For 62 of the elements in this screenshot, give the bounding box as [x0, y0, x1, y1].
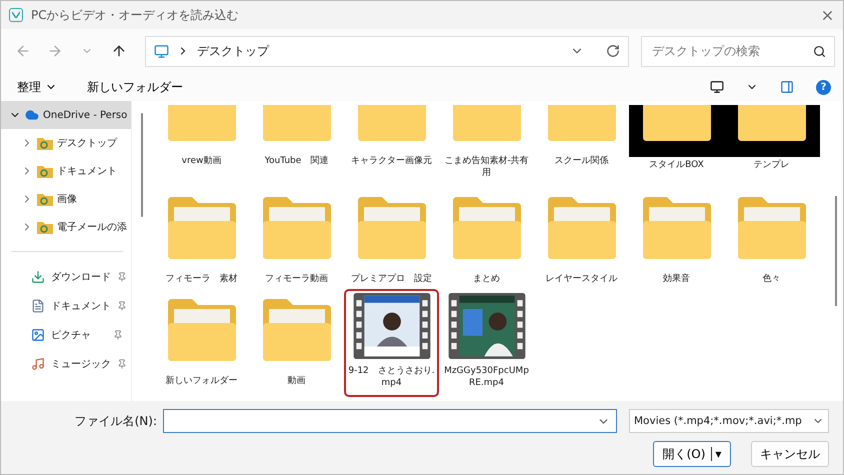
- folder-item[interactable]: フィモーラ 素材: [154, 187, 249, 289]
- picture-icon: [31, 328, 45, 342]
- folder-item[interactable]: 色々: [724, 187, 819, 289]
- desktop-icon: [154, 44, 169, 58]
- folder-icon: [166, 105, 238, 143]
- search-field[interactable]: デスクトップの検索: [641, 36, 835, 66]
- breadcrumb[interactable]: デスクトップ: [197, 42, 562, 60]
- search-icon: [813, 44, 826, 58]
- app-logo-icon: [9, 8, 23, 22]
- sidebar-item[interactable]: 電子メールの添: [1, 213, 131, 241]
- music-icon: [31, 356, 45, 370]
- sidebar-item[interactable]: ミュージック: [1, 349, 131, 378]
- video-file-item[interactable]: 9-12 さとうさおり.mp4: [344, 289, 439, 397]
- folder-item[interactable]: 効果音: [629, 187, 724, 289]
- folder-icon: [37, 136, 53, 150]
- sidebar-item[interactable]: 画像: [1, 185, 131, 213]
- folder-icon: [546, 105, 618, 143]
- folder-item[interactable]: 新しいフォルダー: [154, 289, 249, 397]
- refresh-icon[interactable]: [606, 44, 620, 58]
- sidebar-item[interactable]: OneDrive - Perso: [1, 101, 131, 129]
- video-file-item[interactable]: MzGGy530FpcUMpRE.mp4: [439, 289, 534, 397]
- folder-item[interactable]: フィモーラ動画: [249, 187, 344, 289]
- sidebar-item[interactable]: ドキュメント: [1, 157, 131, 185]
- folder-item[interactable]: まとめ: [439, 187, 534, 289]
- organize-button[interactable]: 整理: [13, 76, 61, 98]
- sidebar-item[interactable]: ピクチャ: [1, 320, 131, 349]
- sidebar-item[interactable]: デスクトップ: [1, 129, 131, 157]
- folder-icon: [450, 105, 522, 143]
- cloud-icon: [25, 108, 39, 122]
- preview-pane-icon[interactable]: [780, 80, 794, 94]
- right-arrow-icon: [47, 43, 63, 59]
- folder-item[interactable]: スクール関係: [534, 101, 629, 187]
- file-type-dropdown[interactable]: Movies (*.mp4;*.mov;*.avi;*.mp: [629, 409, 829, 433]
- document-icon: [31, 298, 45, 312]
- filename-label: ファイル名(N):: [74, 412, 157, 430]
- folder-item[interactable]: キャラクター画像元: [344, 101, 439, 187]
- help-icon[interactable]: ?: [816, 80, 831, 94]
- new-folder-button[interactable]: 新しいフォルダー: [83, 76, 187, 98]
- folder-icon: [356, 105, 428, 143]
- folder-icon: [37, 220, 53, 234]
- image-folder-icon: [628, 105, 724, 157]
- folder-item[interactable]: vrew動画: [154, 101, 249, 187]
- folder-item[interactable]: テンプレ: [724, 101, 819, 187]
- view-icon[interactable]: [710, 80, 724, 94]
- folder-item[interactable]: プレミアプロ 設定: [344, 187, 439, 289]
- folder-item[interactable]: 動画: [249, 289, 344, 397]
- folder-item[interactable]: YouTube 関連: [249, 101, 344, 187]
- sidebar-item[interactable]: ドキュメント: [1, 291, 131, 320]
- folder-icon: [260, 105, 332, 143]
- window-title: PCからビデオ・オーディオを読み込む: [31, 6, 240, 24]
- download-icon: [31, 270, 45, 284]
- folder-item[interactable]: こまめ告知素材-共有用: [439, 101, 534, 187]
- sidebar-item[interactable]: ダウンロード: [1, 262, 131, 291]
- folder-icon: [37, 192, 53, 206]
- folder-item[interactable]: レイヤースタイル: [534, 187, 629, 289]
- folder-icon: [37, 164, 53, 178]
- cancel-button[interactable]: キャンセル: [751, 441, 829, 467]
- image-folder-icon: [724, 105, 820, 157]
- address-bar[interactable]: デスクトップ: [145, 36, 629, 66]
- open-button[interactable]: 開く(O) ▾: [653, 441, 731, 467]
- folder-item[interactable]: スタイルBOX: [629, 101, 724, 187]
- filename-field[interactable]: [163, 409, 617, 433]
